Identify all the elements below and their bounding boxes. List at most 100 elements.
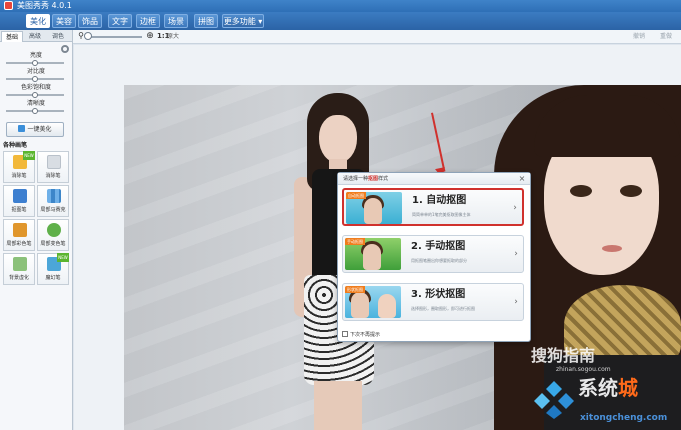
tool-eraser[interactable]: 消除笔 (37, 151, 69, 183)
dialog-title-suffix: 样式 (378, 176, 389, 182)
xitongcheng-watermark: 系统城 (578, 376, 638, 400)
zoom-in-icon[interactable]: ⊕ (145, 31, 155, 41)
sharpness-knob[interactable] (32, 108, 38, 114)
tool-blur-background[interactable]: 背景虚化 (3, 253, 35, 285)
chevron-right-icon: › (514, 249, 518, 259)
tool-recolor-brush[interactable]: 局部变色笔 (37, 219, 69, 251)
tool-cutout-pen[interactable]: 抠图笔 (3, 185, 35, 217)
option-description: 简简单单的1笔完美抠取图像主体 (412, 212, 471, 217)
tool-label: 局部马赛克 (40, 207, 66, 213)
tool-label: 消除笔 (45, 173, 61, 179)
mosaic-icon (47, 189, 61, 203)
option-manual-cutout[interactable]: 手动抠图 2. 手动抠图 用抠图笔圈出你想要抠取的部分 › (342, 235, 524, 273)
thumbnail-person (378, 294, 396, 318)
contrast-label: 对比度 (26, 68, 45, 75)
subtab-color[interactable]: 调色 (47, 31, 69, 42)
magic-wand-icon (18, 125, 26, 132)
title-bar: 美图秀秀 4.0.1 (0, 0, 681, 12)
dialog-title-emphasis: 抠图 (368, 176, 379, 182)
option-auto-cutout[interactable]: 自动抠图 1. 自动抠图 简简单单的1笔完美抠取图像主体 › (342, 188, 524, 226)
tool-label: 局部彩色笔 (6, 241, 32, 247)
tab-more-features[interactable]: 更多功能 ▾ (222, 14, 264, 28)
checkbox-icon[interactable] (342, 331, 348, 337)
zoom-slider[interactable] (86, 36, 142, 38)
manual-cutout-thumbnail: 手动抠图 (345, 238, 401, 270)
dialog-title: 请选择一种抠图样式 (343, 173, 388, 185)
adjust-subtabs: 基础 高级 调色 (0, 30, 72, 42)
brush-section-title: 各种画笔 (3, 142, 28, 149)
option-shape-cutout[interactable]: 形状抠图 3. 形状抠图 选择图形，圈取图形，即可进行抠图 › (342, 283, 524, 321)
eraser-icon (47, 155, 61, 169)
dont-show-again-label: 下次不再提示 (350, 332, 381, 338)
xitongcheng-domain: xitongcheng.com (580, 413, 668, 423)
thumbnail-person (364, 198, 382, 224)
tab-border[interactable]: 边框 (136, 14, 160, 28)
tool-color-brush[interactable]: 局部彩色笔 (3, 219, 35, 251)
photo-subject-right-lips (602, 245, 622, 252)
photo-subject-left-legs (314, 381, 362, 430)
contrast-knob[interactable] (32, 76, 38, 82)
auto-cutout-thumbnail: 自动抠图 (346, 192, 402, 224)
tool-label: 消除笔 (11, 173, 27, 179)
tab-beauty[interactable]: 美容 (52, 14, 76, 28)
zoom-actual-size-label: 原大 (167, 33, 180, 40)
option-description: 用抠图笔圈出你想要抠取的部分 (411, 258, 467, 263)
new-badge: NEW (23, 151, 35, 160)
photo-subject-right-eye (570, 185, 592, 197)
dont-show-again-checkbox[interactable]: 下次不再提示 (342, 331, 380, 339)
color-brush-icon (13, 223, 27, 237)
thumbnail-person (351, 292, 369, 318)
shape-cutout-thumbnail: 形状抠图 (345, 286, 401, 318)
one-click-beautify-button[interactable]: 一键美化 (6, 122, 64, 137)
undo-button[interactable]: 撤销 (633, 31, 645, 42)
watermark-site-name-highlight: 城 (618, 376, 638, 400)
tab-text[interactable]: 文字 (108, 14, 132, 28)
subtab-basic[interactable]: 基础 (1, 31, 23, 42)
tool-label: 背景虚化 (8, 275, 29, 281)
close-icon[interactable]: × (517, 174, 527, 184)
option-description: 选择图形，圈取图形，即可进行抠图 (411, 306, 475, 311)
app-logo-icon (4, 1, 13, 10)
tool-label: 抠图笔 (11, 207, 27, 213)
redo-button[interactable]: 重做 (660, 31, 672, 42)
brightness-knob[interactable] (32, 60, 38, 66)
zoom-slider-knob[interactable] (84, 32, 92, 40)
photo-subject-right-bangs (534, 95, 681, 157)
xitongcheng-logo-icon (534, 381, 574, 419)
tool-mosaic[interactable]: 局部马赛克 (37, 185, 69, 217)
tab-scene[interactable]: 场景 (164, 14, 188, 28)
option-tag: 自动抠图 (346, 192, 366, 199)
watermark-site-name: 系统 (578, 376, 618, 400)
app-window: 美图秀秀 4.0.1 美化 美容 饰品 文字 边框 场景 拼图 更多功能 ▾ ⚲… (0, 0, 681, 430)
new-badge: NEW (57, 253, 69, 262)
dialog-title-prefix: 请选择一种 (343, 176, 369, 182)
sogou-watermark: 搜狗指南 (531, 346, 596, 365)
tool-magic-pen[interactable]: NEW 魔幻笔 (37, 253, 69, 285)
brightness-label: 亮度 (29, 52, 42, 59)
saturation-knob[interactable] (32, 92, 38, 98)
tab-accessories[interactable]: 饰品 (78, 14, 102, 28)
option-tag: 形状抠图 (345, 286, 365, 293)
thumbnail-person (363, 244, 381, 270)
tab-beautify[interactable]: 美化 (26, 14, 50, 28)
tool-eraser-pen[interactable]: NEW 消除笔 (3, 151, 35, 183)
subtab-advanced[interactable]: 高级 (24, 31, 46, 42)
photo-subject-left-face (319, 115, 357, 163)
cutout-style-dialog: 请选择一种抠图样式 × 自动抠图 1. 自动抠图 简简单单的1笔完美抠取图像主体… (337, 172, 531, 342)
option-title: 1. 自动抠图 (412, 195, 467, 206)
zoom-toolbar: ⚲ ⊕ 1:1 原大 撤销 重做 (0, 30, 681, 44)
chevron-right-icon: › (513, 203, 517, 213)
one-click-beautify-label: 一键美化 (27, 126, 52, 133)
tool-label: 局部变色笔 (40, 241, 66, 247)
photo-subject-right-eye (620, 185, 642, 197)
window-title: 美图秀秀 4.0.1 (17, 1, 72, 10)
saturation-label: 色彩饱和度 (20, 84, 51, 91)
tab-collage[interactable]: 拼图 (194, 14, 218, 28)
main-tab-bar: 美化 美容 饰品 文字 边框 场景 拼图 更多功能 ▾ (0, 12, 681, 30)
cutout-pen-icon (13, 189, 27, 203)
left-panel: 基础 高级 调色 亮度 对比度 色彩饱和度 清晰度 一键美化 各种画笔 NEW … (0, 30, 73, 430)
tool-label: 魔幻笔 (45, 275, 61, 281)
chevron-right-icon: › (514, 297, 518, 307)
option-title: 2. 手动抠图 (411, 241, 466, 252)
recolor-brush-icon (47, 223, 61, 237)
